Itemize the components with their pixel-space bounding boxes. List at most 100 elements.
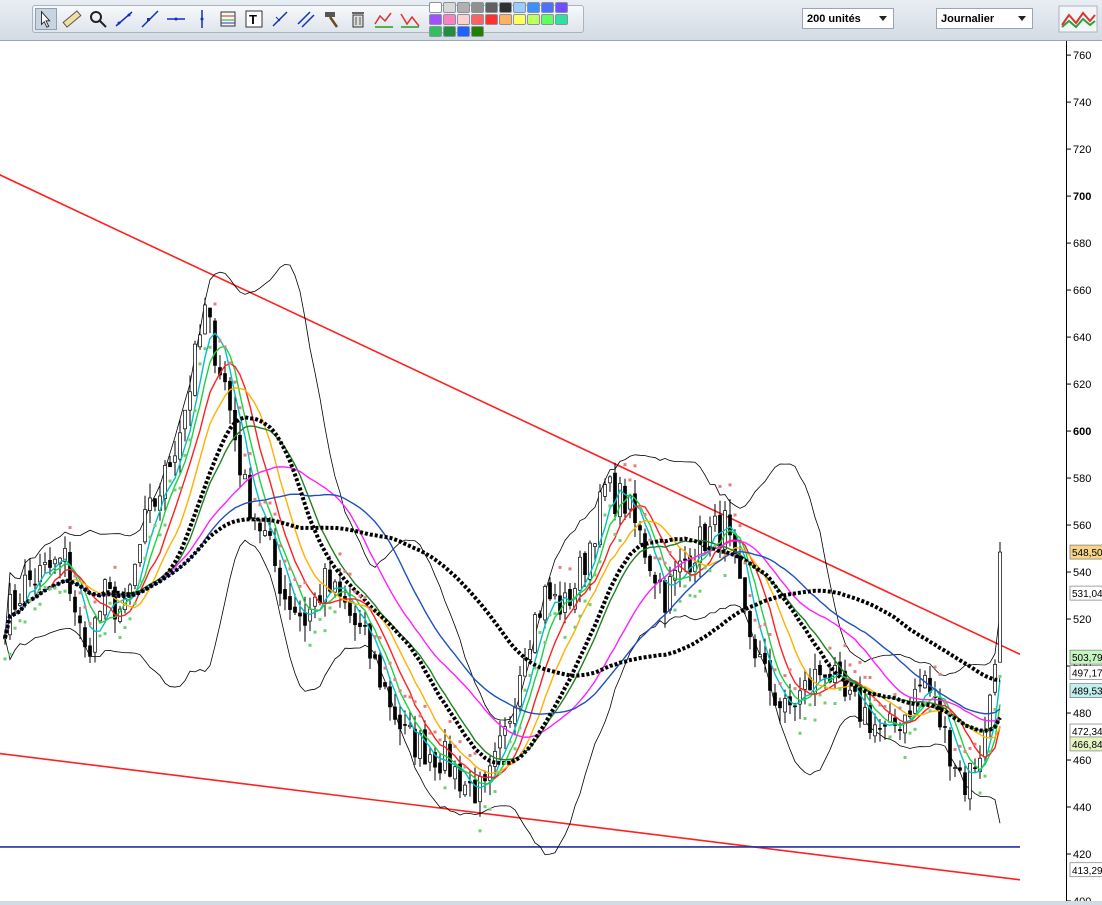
indicator-icon[interactable] [373, 8, 395, 30]
cursor-icon[interactable] [35, 8, 57, 30]
horizontal-line-icon[interactable] [165, 8, 187, 30]
color-swatch[interactable] [443, 13, 456, 25]
text-tool-icon[interactable]: T [243, 8, 265, 30]
candle [163, 460, 167, 511]
sar-dot [483, 805, 487, 809]
period-select[interactable]: Journalier [936, 8, 1033, 29]
trend-tool-icon[interactable] [269, 8, 291, 30]
sar-dot [448, 720, 452, 724]
units-select[interactable]: 200 unités [802, 8, 894, 29]
color-swatch[interactable] [485, 13, 498, 25]
candle [188, 375, 192, 426]
color-swatch[interactable] [429, 1, 442, 13]
sar-dot [658, 557, 662, 561]
hammer-icon[interactable] [321, 8, 343, 30]
sar-dot [368, 607, 372, 611]
sar-dot [343, 569, 347, 573]
ruler-icon[interactable] [61, 8, 83, 30]
candle [18, 593, 22, 607]
color-swatch[interactable] [513, 1, 526, 13]
color-swatch[interactable] [457, 13, 470, 25]
sar-dot [613, 532, 617, 536]
sar-dot [288, 567, 292, 571]
chart-style-icon[interactable] [1058, 5, 1098, 33]
indicator-2-icon[interactable] [399, 8, 421, 30]
sar-dot [43, 586, 47, 590]
channel-tool-icon[interactable] [295, 8, 317, 30]
candle [278, 559, 282, 607]
sar-dot [743, 561, 747, 565]
candle [568, 582, 572, 610]
candle [243, 469, 247, 480]
sar-dot [218, 339, 222, 343]
candle [138, 544, 142, 568]
candle [113, 581, 117, 633]
zoom-icon[interactable] [87, 8, 109, 30]
candle [478, 771, 482, 817]
y-tick-label: 640 [1073, 332, 1091, 344]
color-swatch[interactable] [471, 25, 484, 37]
color-swatch[interactable] [541, 1, 554, 13]
color-swatch[interactable] [429, 13, 442, 25]
sar-dot [813, 718, 817, 722]
candle [378, 651, 382, 690]
sar-dot [83, 605, 87, 609]
y-tick-label: 720 [1073, 144, 1091, 156]
color-swatch[interactable] [499, 13, 512, 25]
candle [978, 745, 982, 779]
color-swatch[interactable] [443, 1, 456, 13]
sar-dot [713, 544, 717, 548]
candle [553, 583, 557, 600]
sar-dot [213, 302, 217, 306]
candle [813, 653, 817, 706]
sar-dot [753, 618, 757, 622]
color-swatch[interactable] [471, 1, 484, 13]
sar-dot [903, 755, 907, 759]
chart-plot-area[interactable] [0, 41, 1066, 901]
sar-dot [508, 740, 512, 744]
sar-dot [523, 688, 527, 692]
line-tool-2-icon[interactable] [139, 8, 161, 30]
color-swatch[interactable] [471, 13, 484, 25]
sar-dot [73, 574, 77, 578]
drawing-tools: T [32, 1, 584, 37]
sar-dot [198, 362, 202, 366]
sar-dot [298, 584, 302, 588]
price-axis-svg: 760 740 720 700 680 660 640 620 600 580 560 540 520 5… [1067, 50, 1102, 905]
vertical-line-icon[interactable] [191, 8, 213, 30]
candle [993, 659, 997, 696]
color-swatch[interactable] [513, 13, 526, 25]
color-swatch[interactable] [443, 25, 456, 37]
line-tool-icon[interactable] [113, 8, 135, 30]
ma100-dotted-line [3, 517, 1001, 683]
color-swatch[interactable] [429, 25, 442, 37]
sar-dot [283, 559, 287, 563]
color-swatch[interactable] [527, 13, 540, 25]
candlesticks [3, 297, 1002, 817]
candle [913, 678, 917, 716]
sar-dot [553, 612, 557, 616]
lower-support-line[interactable] [0, 752, 1021, 881]
color-swatch[interactable] [555, 13, 568, 25]
candle [133, 563, 137, 590]
fibonacci-icon[interactable] [217, 8, 239, 30]
sar-dot [793, 687, 797, 691]
color-swatch[interactable] [499, 1, 512, 13]
trash-icon[interactable] [347, 8, 369, 30]
color-swatch[interactable] [541, 13, 554, 25]
color-swatch[interactable] [457, 25, 470, 37]
sar-dot [333, 610, 337, 614]
sar-dot [273, 512, 277, 516]
sar-dot [568, 567, 572, 571]
color-swatch[interactable] [555, 1, 568, 13]
sar-dot [148, 535, 152, 539]
sar-dot [243, 453, 247, 457]
color-swatch[interactable] [485, 1, 498, 13]
sar-dot [173, 488, 177, 492]
sar-dot [733, 513, 737, 517]
candle [923, 670, 927, 689]
color-swatch[interactable] [457, 1, 470, 13]
sar-dot [78, 591, 82, 595]
color-swatch[interactable] [527, 1, 540, 13]
sar-dot [13, 626, 17, 630]
